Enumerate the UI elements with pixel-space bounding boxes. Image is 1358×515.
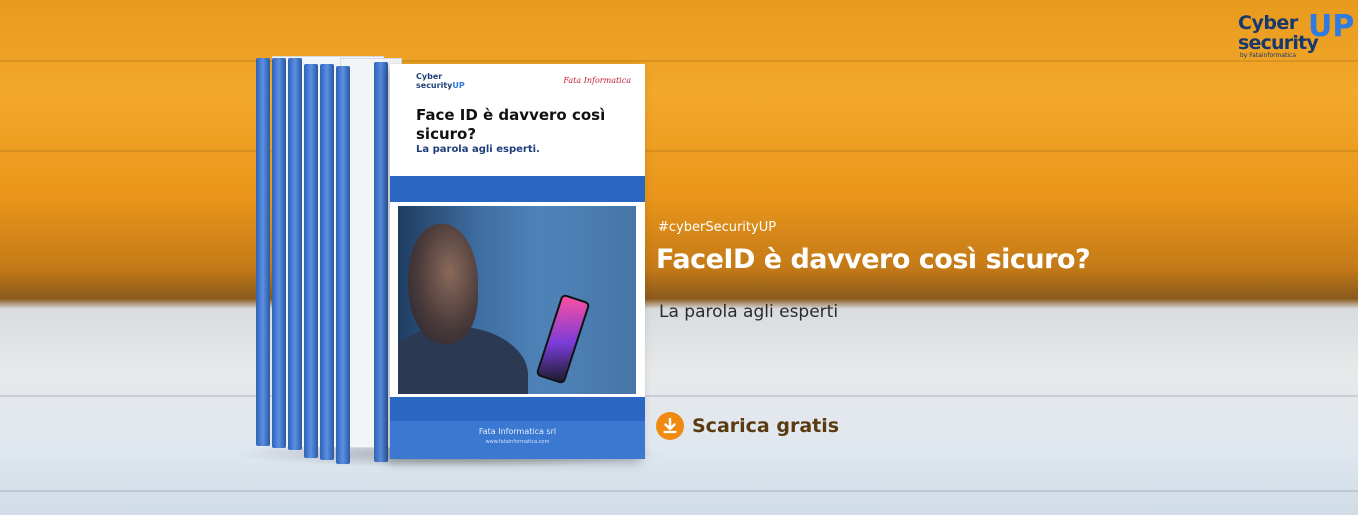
download-icon xyxy=(656,412,684,440)
cover-logo: Cyber securityUP xyxy=(416,72,465,90)
book-spine xyxy=(304,64,318,458)
hero-banner: Cyber securityUP Fata Informatica Face I… xyxy=(0,0,1358,515)
cover-header: Cyber securityUP Fata Informatica Face I… xyxy=(390,64,645,176)
book-spine xyxy=(256,58,270,446)
logo-text: Cyber xyxy=(1238,12,1298,34)
book-spine xyxy=(336,66,350,464)
wood-grain xyxy=(0,395,1358,397)
download-button[interactable]: Scarica gratis xyxy=(656,412,839,440)
book-spine xyxy=(272,58,286,448)
cover-url: www.fatainformatica.com xyxy=(485,439,550,445)
hashtag: #cyberSecurityUP xyxy=(658,220,777,235)
cover-band xyxy=(390,176,645,202)
wood-grain xyxy=(0,150,1358,152)
cybersecurityup-logo[interactable]: Cyber security UP by Fatainformatica xyxy=(1236,6,1354,60)
cover-band xyxy=(390,397,645,421)
book-spine xyxy=(320,64,334,460)
subheadline: La parola agli esperti xyxy=(659,302,839,322)
book-spine xyxy=(374,62,388,462)
cover-photo xyxy=(398,206,636,394)
logo-text: security xyxy=(1238,32,1319,54)
cover-subtitle: La parola agli esperti. xyxy=(416,144,540,155)
headline: FaceID è davvero così sicuro? xyxy=(656,244,1091,275)
logo-up: UP xyxy=(1308,9,1355,44)
download-button-label: Scarica gratis xyxy=(692,415,840,437)
cover-brand: Fata Informatica xyxy=(563,76,631,85)
cover-title: Face ID è davvero così sicuro? xyxy=(416,106,606,143)
cover-footer: Fata Informatica srl www.fatainformatica… xyxy=(390,421,645,459)
logo-byline: by Fatainformatica xyxy=(1240,52,1297,59)
wood-grain xyxy=(0,490,1358,492)
person-face xyxy=(408,224,478,344)
wood-grain xyxy=(0,60,1358,62)
cover-publisher: Fata Informatica srl xyxy=(478,427,557,436)
smartphone-icon xyxy=(535,293,591,385)
ebook-cover[interactable]: Cyber securityUP Fata Informatica Face I… xyxy=(390,64,645,459)
book-spine xyxy=(288,58,302,450)
